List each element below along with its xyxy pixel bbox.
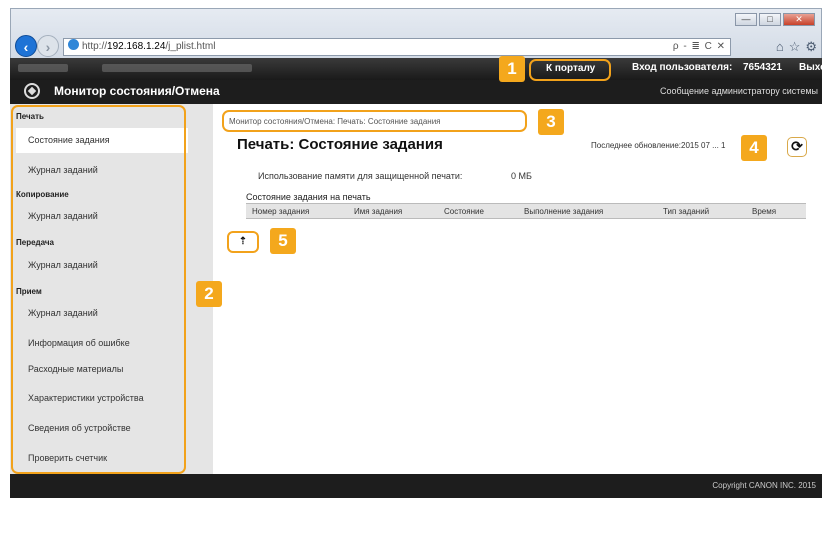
col-status: Состояние <box>444 207 484 216</box>
maximize-button[interactable]: □ <box>759 13 781 26</box>
url-path: /j_plist.html <box>165 41 216 52</box>
back-button[interactable]: ‹ <box>15 35 37 57</box>
callout-badge-3: 3 <box>538 109 564 135</box>
scroll-to-top-button[interactable]: ⇡ <box>227 231 259 253</box>
callout-outline-sidebar <box>11 105 186 474</box>
admin-message-link[interactable]: Сообщение администратору системы <box>660 86 818 96</box>
refresh-button[interactable]: ⟳ <box>787 137 807 157</box>
forward-button[interactable]: › <box>37 35 59 57</box>
home-icon[interactable]: ⌂ <box>776 38 784 56</box>
scroll-to-top-icon: ⇡ <box>238 236 248 247</box>
app-header: К порталу Вход пользователя: 7654321 Вых… <box>10 58 832 104</box>
secure-print-memory-label: Использование памяти для защищенной печа… <box>258 171 463 181</box>
settings-gear-icon[interactable]: ⚙ <box>805 38 817 56</box>
minimize-button[interactable]: — <box>735 13 757 26</box>
last-updated-text: Последнее обновление:2015 07 ... 1 <box>591 141 726 150</box>
col-job-name: Имя задания <box>354 207 403 216</box>
browser-toolbar-icons: ⌂ ☆ ⚙ <box>776 38 817 56</box>
login-user-name: 7654321 <box>743 62 782 73</box>
window-buttons: — □ ✕ <box>735 13 815 26</box>
app-title: Монитор состояния/Отмена <box>54 84 220 98</box>
blurred-device-name <box>18 64 68 72</box>
callout-outline-breadcrumb <box>222 110 527 132</box>
screenshot-root: — □ ✕ ‹ › http://192.168.1.24/j_plist.ht… <box>0 0 832 539</box>
url-prefix: http:// <box>82 41 108 52</box>
col-time: Время <box>752 207 777 216</box>
address-bar[interactable]: http://192.168.1.24/j_plist.html ρ - ≣ C… <box>63 38 731 56</box>
callout-badge-4: 4 <box>741 135 767 161</box>
copyright-text: Copyright CANON INC. 2015 <box>712 481 816 490</box>
callout-outline-portal <box>529 59 611 81</box>
col-job-type: Тип заданий <box>663 207 710 216</box>
main-content <box>213 104 822 474</box>
logout-link[interactable]: Выход <box>799 62 832 73</box>
url-host: 192.168.1.24 <box>107 41 166 52</box>
col-job-progress: Выполнение задания <box>524 207 604 216</box>
blurred-device-model <box>102 64 252 72</box>
secure-print-memory-value: 0 МБ <box>511 171 532 181</box>
callout-badge-5: 5 <box>270 228 296 254</box>
status-monitor-icon <box>24 83 40 99</box>
address-controls[interactable]: ρ - ≣ C ✕ <box>673 39 726 55</box>
ie-page-icon <box>68 39 79 50</box>
page-title: Печать: Состояние задания <box>237 136 443 153</box>
close-window-button[interactable]: ✕ <box>783 13 815 26</box>
col-job-number: Номер задания <box>252 207 310 216</box>
jobs-table-header: Номер задания Имя задания Состояние Выпо… <box>246 203 806 219</box>
login-user-label: Вход пользователя: <box>632 62 733 73</box>
favorites-icon[interactable]: ☆ <box>789 38 801 56</box>
callout-badge-1: 1 <box>499 56 525 82</box>
jobs-table-caption: Состояние задания на печать <box>246 192 371 202</box>
header-top-bar: К порталу Вход пользователя: 7654321 Вых… <box>10 58 832 80</box>
callout-badge-2: 2 <box>196 281 222 307</box>
browser-chrome: — □ ✕ ‹ › http://192.168.1.24/j_plist.ht… <box>10 8 822 58</box>
footer: Copyright CANON INC. 2015 <box>10 474 822 498</box>
